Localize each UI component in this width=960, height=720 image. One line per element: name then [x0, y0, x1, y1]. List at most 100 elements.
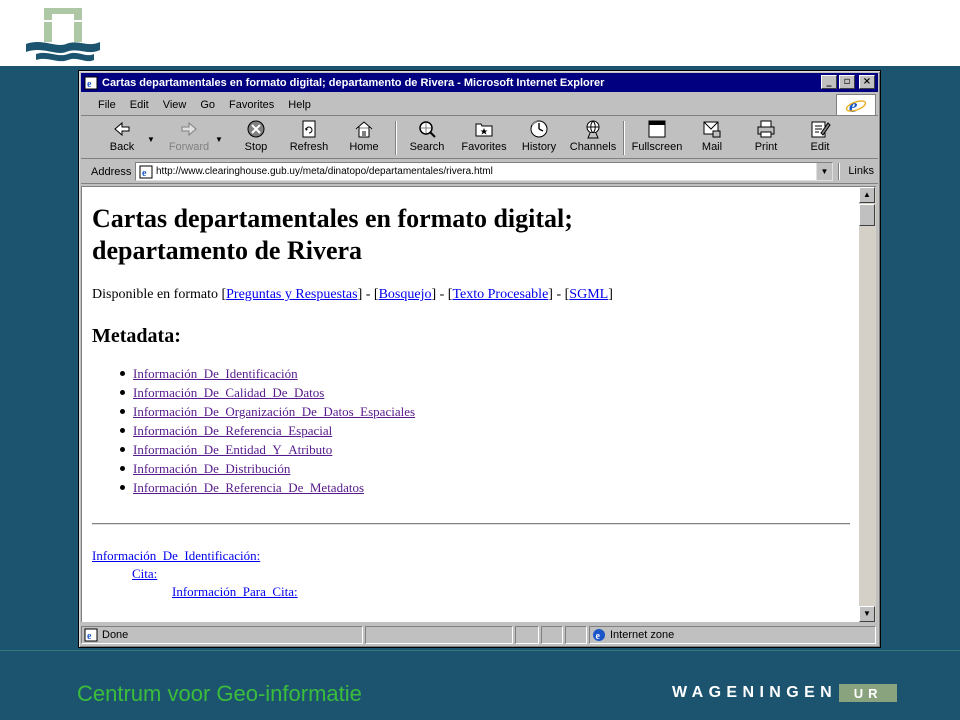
list-item: Información_De_Calidad_De_Datos — [120, 383, 852, 402]
list-item: Información_De_Entidad_Y_Atributo — [120, 440, 852, 459]
search-button[interactable]: Search — [407, 119, 447, 157]
toc-link[interactable]: Información_De_Distribución — [133, 459, 290, 478]
list-item: Información_De_Identificación — [120, 364, 852, 383]
menu-favorites[interactable]: Favorites — [222, 99, 281, 111]
menu-bar: File Edit View Go Favorites Help e — [81, 94, 878, 116]
forward-button[interactable]: Forward — [167, 119, 211, 157]
wageningen-ur-logo: WAGENINGEN UR — [672, 682, 898, 704]
status-panel — [365, 626, 513, 644]
back-label: Back — [109, 141, 135, 153]
toc-link[interactable]: Información_De_Organización_De_Datos_Esp… — [133, 402, 415, 421]
bullet-icon — [120, 466, 125, 471]
detail-link-identification[interactable]: Información_De_Identificación: — [92, 548, 260, 563]
back-dropdown-icon[interactable]: ▼ — [147, 135, 155, 144]
toc-link[interactable]: Información_De_Entidad_Y_Atributo — [133, 440, 332, 459]
page-title-line2: departamento de Rivera — [92, 236, 363, 265]
scroll-thumb[interactable] — [859, 204, 875, 226]
menu-edit[interactable]: Edit — [123, 99, 156, 111]
refresh-button[interactable]: Refresh — [289, 119, 329, 157]
status-bar: e Done e Internet zone — [81, 625, 878, 645]
metadata-heading: Metadata: — [92, 325, 181, 347]
available-prefix: Disponible en formato [ — [92, 287, 227, 302]
links-button[interactable]: Links — [848, 165, 874, 177]
format-link-faq[interactable]: Preguntas y Respuestas — [226, 287, 357, 302]
toc-link[interactable]: Información_De_Calidad_De_Datos — [133, 383, 324, 402]
back-button[interactable]: Back — [105, 119, 139, 157]
stop-button[interactable]: Stop — [241, 119, 271, 157]
menu-help[interactable]: Help — [281, 99, 318, 111]
vertical-scrollbar[interactable]: ▲ ▼ — [859, 186, 876, 622]
detail-entry: Información_De_Identificación: — [92, 547, 852, 565]
minimize-button[interactable]: _ — [821, 75, 837, 89]
address-dropdown-icon[interactable]: ▼ — [816, 163, 832, 180]
brand-text: WAGENINGEN — [672, 684, 838, 701]
status-panel — [565, 626, 587, 644]
status-zone-panel: e Internet zone — [589, 626, 876, 644]
channels-icon — [586, 120, 600, 139]
menu-file[interactable]: File — [91, 99, 123, 111]
bullet-icon — [120, 485, 125, 490]
favorites-icon — [475, 123, 493, 137]
svg-text:e: e — [87, 79, 92, 90]
forward-label: Forward — [168, 141, 210, 153]
mail-button[interactable]: Mail — [695, 119, 729, 157]
address-input[interactable]: e http://www.clearinghouse.gub.uy/meta/d… — [135, 162, 833, 181]
history-label: History — [521, 141, 557, 153]
back-arrow-icon — [114, 121, 130, 137]
bullet-icon — [120, 428, 125, 433]
list-item: Información_De_Distribución — [120, 459, 852, 478]
favorites-button[interactable]: Favorites — [459, 119, 509, 157]
history-icon — [530, 120, 548, 138]
status-panel — [541, 626, 563, 644]
ie-page-icon: e — [84, 76, 98, 90]
format-link-outline[interactable]: Bosquejo — [379, 287, 432, 302]
bullet-icon — [120, 409, 125, 414]
toc-link[interactable]: Información_De_Referencia_Espacial — [133, 421, 332, 440]
footer-title: Centrum voor Geo-informatie — [77, 681, 362, 706]
format-link-parseable-text[interactable]: Texto Procesable — [452, 287, 548, 302]
toc-link[interactable]: Información_De_Referencia_De_Metadatos — [133, 478, 364, 497]
scroll-down-icon[interactable]: ▼ — [859, 606, 875, 622]
horizontal-rule — [92, 523, 850, 525]
close-button[interactable]: × — [859, 75, 875, 89]
edit-button[interactable]: Edit — [805, 119, 835, 157]
forward-dropdown-icon[interactable]: ▼ — [215, 135, 223, 144]
menu-go[interactable]: Go — [193, 99, 222, 111]
toc-link[interactable]: Información_De_Identificación — [133, 364, 298, 383]
address-label: Address — [91, 165, 132, 178]
toolbar-separator — [623, 121, 625, 155]
svg-text:e: e — [596, 631, 601, 642]
window-title: Cartas departamentales en formato digita… — [102, 76, 605, 89]
channels-button[interactable]: Channels — [569, 119, 617, 157]
status-text: Done — [102, 629, 129, 641]
format-separator: ] - [ — [548, 287, 570, 302]
scroll-up-icon[interactable]: ▲ — [859, 187, 875, 203]
bullet-icon — [120, 371, 125, 376]
fullscreen-button[interactable]: Fullscreen — [631, 119, 683, 157]
detail-link-citation[interactable]: Cita: — [132, 566, 157, 581]
title-bar[interactable]: e Cartas departamentales en formato digi… — [81, 73, 878, 92]
brand-suffix: UR — [853, 685, 883, 701]
printer-icon — [757, 120, 775, 138]
format-separator: ] - [ — [357, 287, 379, 302]
bullet-icon — [120, 447, 125, 452]
home-button[interactable]: Home — [347, 119, 381, 157]
print-button[interactable]: Print — [749, 119, 783, 157]
restore-button[interactable]: ▫ — [839, 75, 855, 89]
ie-throbber-icon: e — [836, 94, 876, 116]
refresh-label: Refresh — [289, 141, 329, 153]
history-button[interactable]: History — [519, 119, 559, 157]
svg-text:e: e — [87, 631, 92, 642]
address-bar: Address e http://www.clearinghouse.gub.u… — [81, 160, 878, 184]
slide-header — [0, 0, 960, 66]
status-text-panel: e Done — [81, 626, 363, 644]
detail-link-citation-info[interactable]: Información_Para_Cita: — [172, 584, 298, 599]
format-link-sgml[interactable]: SGML — [569, 287, 608, 302]
refresh-icon — [302, 120, 316, 138]
bullet-icon — [120, 390, 125, 395]
ie-page-icon: e — [84, 628, 98, 642]
available-suffix: ] — [608, 287, 613, 302]
mail-icon — [703, 121, 721, 138]
status-panel — [515, 626, 539, 644]
menu-view[interactable]: View — [156, 99, 194, 111]
